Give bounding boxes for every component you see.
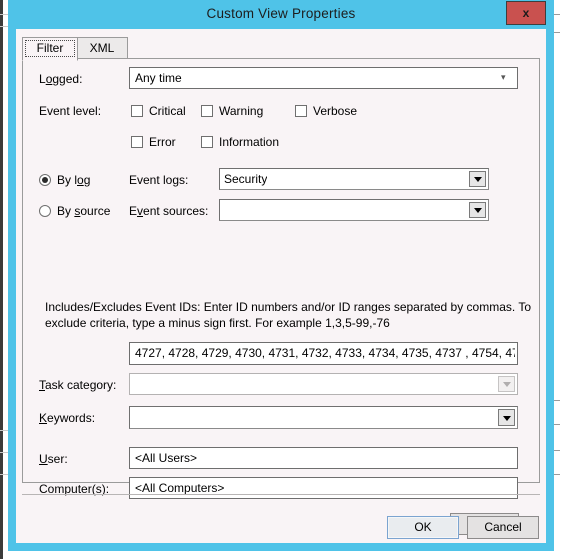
chevron-down-icon: ▾ xyxy=(501,72,506,82)
event-ids-help-text: Includes/Excludes Event IDs: Enter ID nu… xyxy=(45,300,532,330)
dropdown-arrow-icon[interactable] xyxy=(498,409,515,426)
event-ids-value: 4727, 4728, 4729, 4730, 4731, 4732, 4733… xyxy=(135,346,515,360)
ok-button[interactable]: OK xyxy=(387,516,459,539)
event-sources-combo[interactable] xyxy=(219,199,489,221)
dialog-client-area: Filter XML Logged: Any time ▾ Event leve… xyxy=(16,29,546,543)
dialog-title: Custom View Properties xyxy=(206,6,356,21)
dropdown-arrow-icon[interactable] xyxy=(469,202,486,218)
user-label: User: xyxy=(39,452,68,466)
checkbox-box xyxy=(201,105,213,117)
task-category-label: Task category: xyxy=(39,378,117,392)
background-line xyxy=(0,474,8,475)
dropdown-arrow-icon[interactable] xyxy=(469,171,486,187)
footer-separator xyxy=(22,494,540,495)
checkbox-box xyxy=(201,136,213,148)
event-logs-combo[interactable]: Security xyxy=(219,168,489,190)
background-tick xyxy=(554,424,560,425)
radio-by-source-label: By source xyxy=(57,204,111,218)
logged-label: Logged: xyxy=(39,72,83,86)
dropdown-arrow-icon[interactable] xyxy=(498,376,515,392)
background-line xyxy=(0,430,8,431)
user-value: <All Users> xyxy=(135,451,198,465)
logged-value: Any time xyxy=(135,71,182,85)
checkbox-critical-label: Critical xyxy=(149,104,186,118)
checkbox-error-label: Error xyxy=(149,135,176,149)
background-line xyxy=(0,26,8,27)
custom-view-properties-dialog: Custom View Properties x Filter XML Logg… xyxy=(8,0,554,551)
event-sources-label: Event sources: xyxy=(129,204,209,218)
radio-box xyxy=(39,174,51,186)
tabstrip: Filter XML xyxy=(22,37,540,61)
computers-value: <All Computers> xyxy=(135,481,225,495)
ok-button-label: OK xyxy=(414,520,432,534)
background-line xyxy=(0,452,8,453)
background-tick xyxy=(554,32,560,33)
tab-xml[interactable]: XML xyxy=(76,37,128,59)
checkbox-information-label: Information xyxy=(219,135,280,149)
background-tick xyxy=(554,400,560,401)
background-edge-strip xyxy=(0,0,3,559)
event-logs-value: Security xyxy=(224,172,268,186)
keywords-label: Keywords: xyxy=(39,411,96,425)
checkbox-box xyxy=(295,105,307,117)
checkbox-verbose-label: Verbose xyxy=(313,104,358,118)
checkbox-box xyxy=(131,105,143,117)
logged-combo[interactable]: Any time ▾ xyxy=(129,67,518,89)
cancel-button-label: Cancel xyxy=(484,520,522,534)
checkbox-box xyxy=(131,136,143,148)
user-input[interactable]: <All Users> xyxy=(129,447,518,469)
event-logs-label: Event logs: xyxy=(129,173,189,187)
radio-by-log-label: By log xyxy=(57,173,91,187)
background-tick xyxy=(554,450,560,451)
cancel-button[interactable]: Cancel xyxy=(467,516,539,539)
event-ids-input[interactable]: 4727, 4728, 4729, 4730, 4731, 4732, 4733… xyxy=(129,342,518,365)
background-tick xyxy=(554,14,560,15)
task-category-combo[interactable] xyxy=(129,373,518,395)
close-icon[interactable]: x xyxy=(506,1,546,25)
tab-xml-label: XML xyxy=(89,41,115,55)
background-tick xyxy=(554,474,560,475)
keywords-combo[interactable] xyxy=(129,406,518,429)
filter-tab-panel: Logged: Any time ▾ Event level: Critical… xyxy=(22,58,540,535)
radio-box xyxy=(39,205,51,217)
tab-filter[interactable]: Filter xyxy=(22,37,78,61)
tab-filter-label: Filter xyxy=(36,41,64,55)
background-line xyxy=(0,14,8,15)
checkbox-warning-label: Warning xyxy=(219,104,264,118)
computers-input[interactable]: <All Computers> xyxy=(129,477,518,499)
dialog-titlebar[interactable]: Custom View Properties x xyxy=(8,0,554,29)
event-level-label: Event level: xyxy=(39,104,102,118)
